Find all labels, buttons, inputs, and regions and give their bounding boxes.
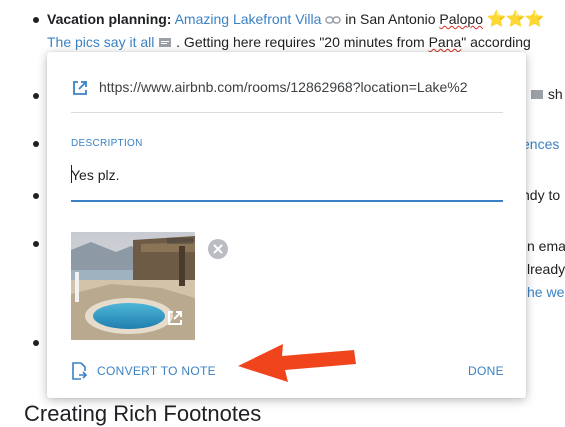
open-in-new-icon[interactable] <box>167 310 183 326</box>
doc-fragment-4c[interactable]: he wea <box>527 282 565 302</box>
bullet <box>33 93 39 99</box>
bullet <box>33 193 39 199</box>
bullet <box>33 17 39 23</box>
remove-circle-icon[interactable] <box>208 239 228 259</box>
bullet <box>33 141 39 147</box>
doc-fragment-4b: lready <box>527 261 565 277</box>
annotation-arrow-icon <box>238 344 356 382</box>
convert-to-note-label: CONVERT TO NOTE <box>97 364 216 378</box>
doc-fragment-4a: n ema <box>527 238 565 254</box>
pics-link[interactable]: The pics say it all <box>47 34 154 50</box>
url-row[interactable]: https://www.airbnb.com/rooms/12862968?lo… <box>71 78 503 113</box>
doc-fragment-3: ndy to <box>522 187 561 203</box>
open-in-new-icon[interactable] <box>71 79 89 97</box>
comment-icon <box>531 90 543 100</box>
vacation-planning-label: Vacation planning <box>47 11 167 27</box>
link-icon <box>325 11 345 27</box>
bullet <box>33 241 39 247</box>
url-field[interactable]: https://www.airbnb.com/rooms/12862968?lo… <box>99 79 503 95</box>
doc-fragment-1: sh <box>530 84 563 104</box>
description-label: DESCRIPTION <box>71 138 143 149</box>
doc-fragment-2[interactable]: ences <box>522 134 559 154</box>
description-input[interactable]: Yes plz. <box>71 164 503 202</box>
done-button[interactable]: DONE <box>468 364 504 378</box>
convert-to-note-icon <box>71 362 88 380</box>
section-heading: Creating Rich Footnotes <box>24 401 262 426</box>
fragment-text: sh <box>547 86 563 102</box>
location-text: in San Antonio <box>345 11 436 27</box>
villa-link[interactable]: Amazing Lakefront Villa <box>175 11 322 27</box>
doc-line-pics: The pics say it all . Getting here requi… <box>47 32 531 52</box>
doc-line-vacation: Vacation planning: Amazing Lakefront Vil… <box>47 9 545 30</box>
travel-text-a: . Getting here requires "20 minutes from <box>176 34 425 50</box>
comment-icon <box>158 34 176 50</box>
description-value: Yes plz. <box>71 167 120 183</box>
place-name: Palopo <box>439 11 483 27</box>
place-name-pana: Pana <box>428 34 462 50</box>
colon: : <box>166 11 172 27</box>
rating-stars: ⭐⭐⭐ <box>486 11 545 28</box>
bullet <box>33 340 39 346</box>
travel-text-b: " according <box>461 34 531 50</box>
